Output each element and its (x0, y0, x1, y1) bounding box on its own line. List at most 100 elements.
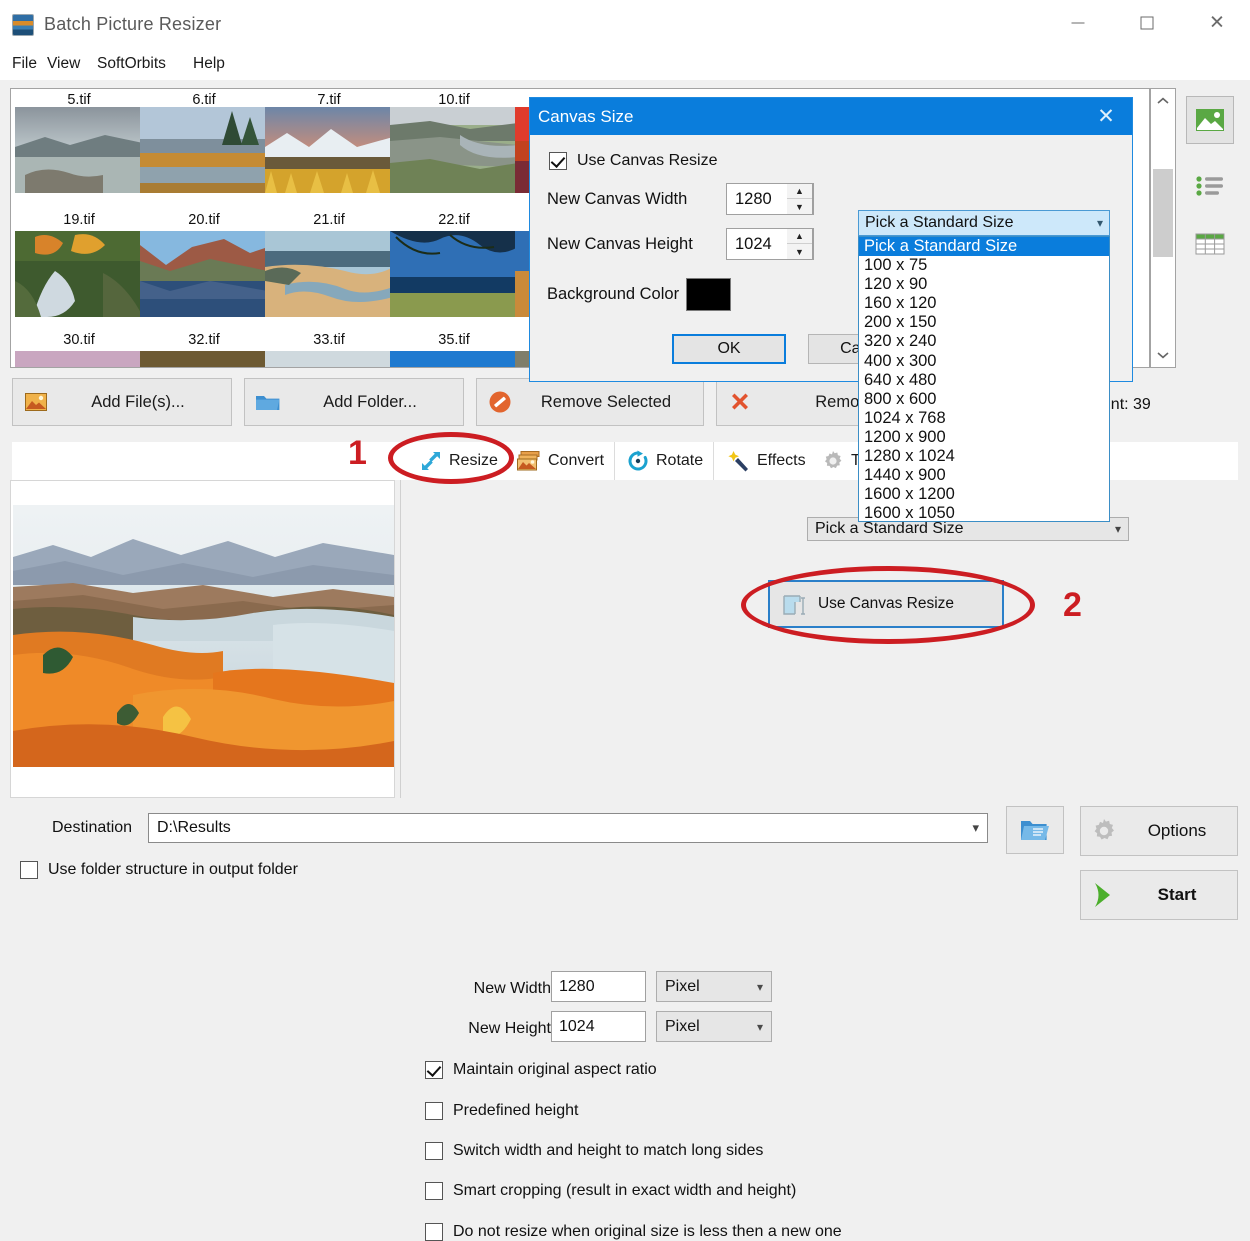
thumbnail-item[interactable] (390, 231, 518, 317)
start-button[interactable]: Start (1080, 870, 1238, 920)
new-width-input[interactable] (551, 971, 646, 1002)
thumbnail-item[interactable] (140, 231, 268, 317)
gear-icon (1081, 818, 1127, 844)
scroll-up-icon[interactable] (1151, 89, 1175, 113)
tab-resize-label: Resize (449, 452, 498, 469)
thumbnails-view-icon (1196, 109, 1224, 131)
smart-cropping-checkbox[interactable]: Smart cropping (result in exact width an… (425, 1182, 796, 1200)
thumbnail-item[interactable]: 20.tif (140, 209, 268, 231)
menu-item-file[interactable]: File (5, 52, 44, 76)
maximize-button[interactable] (1124, 0, 1170, 46)
dropdown-option[interactable]: 640 x 480 (859, 371, 1109, 390)
dropdown-option[interactable]: 1200 x 900 (859, 428, 1109, 447)
use-canvas-resize-button[interactable]: Use Canvas Resize (768, 580, 1004, 628)
dropdown-option[interactable]: 1600 x 1200 (859, 485, 1109, 504)
destination-select[interactable]: D:\Results ▾ (148, 813, 988, 843)
thumbnail-item[interactable] (265, 231, 393, 317)
maximize-icon (1140, 16, 1154, 30)
dialog-use-canvas-resize-checkbox[interactable]: Use Canvas Resize (549, 152, 718, 170)
thumbnail-item[interactable] (15, 351, 143, 367)
dropdown-option[interactable]: 160 x 120 (859, 294, 1109, 313)
thumbnail-label: 22.tif (438, 212, 470, 228)
predefined-height-checkbox[interactable]: Predefined height (425, 1102, 578, 1120)
spinner-down-icon[interactable]: ▼ (787, 244, 812, 259)
dialog-title: Canvas Size (538, 106, 634, 126)
spinner-up-icon[interactable]: ▲ (787, 184, 812, 199)
thumbnail-item[interactable]: 32.tif (140, 329, 268, 351)
thumbnail-label: 21.tif (313, 212, 345, 228)
background-color-swatch[interactable] (686, 278, 731, 311)
switch-width-height-checkbox[interactable]: Switch width and height to match long si… (425, 1142, 763, 1160)
dropdown-option[interactable]: Pick a Standard Size (859, 237, 1109, 257)
add-files-button[interactable]: Add File(s)... (12, 378, 232, 426)
options-label: Options (1147, 821, 1207, 840)
use-folder-structure-label: Use folder structure in output folder (48, 861, 298, 878)
thumbnail-item[interactable]: 21.tif (265, 209, 393, 231)
dialog-ok-button[interactable]: OK (672, 334, 786, 364)
standard-size-dropdown-list[interactable]: Pick a Standard Size 100 x 75 120 x 90 1… (858, 236, 1110, 522)
spinner-down-icon[interactable]: ▼ (787, 199, 812, 214)
thumbnail-item[interactable] (390, 351, 518, 367)
do-not-resize-checkbox[interactable]: Do not resize when original size is less… (425, 1223, 842, 1241)
menu-item-softorbits[interactable]: SoftOrbits (90, 52, 173, 76)
dropdown-option[interactable]: 1440 x 900 (859, 466, 1109, 485)
remove-all-icon (717, 390, 763, 414)
thumbnail-item[interactable] (15, 107, 143, 193)
standard-size-closed-value: Pick a Standard Size (815, 520, 964, 537)
dropdown-option[interactable]: 800 x 600 (859, 390, 1109, 409)
close-window-button[interactable]: ✕ (1194, 0, 1240, 46)
list-view-button[interactable] (1186, 162, 1234, 210)
remove-selected-button[interactable]: Remove Selected (476, 378, 704, 426)
dropdown-option[interactable]: 120 x 90 (859, 275, 1109, 294)
thumbnail-item[interactable]: 19.tif (15, 209, 143, 231)
new-canvas-width-stepper[interactable]: ▲ ▼ (787, 183, 813, 215)
thumbnail-item[interactable] (15, 231, 143, 317)
thumbnails-view-button[interactable] (1186, 96, 1234, 144)
dropdown-option[interactable]: 1600 x 1050 (859, 504, 1109, 521)
minimize-button[interactable] (1055, 0, 1101, 46)
new-height-unit-select[interactable]: Pixel ▾ (656, 1011, 772, 1042)
options-button[interactable]: Options (1080, 806, 1238, 856)
folder-icon (245, 393, 291, 412)
thumbnail-item[interactable] (390, 107, 518, 193)
thumbnail-item[interactable] (140, 351, 268, 367)
dropdown-option[interactable]: 1280 x 1024 (859, 447, 1109, 466)
tab-effects[interactable]: Effects (718, 442, 817, 480)
use-folder-structure-checkbox[interactable]: Use folder structure in output folder (20, 861, 298, 879)
add-image-icon (13, 393, 59, 411)
dropdown-option[interactable]: 200 x 150 (859, 313, 1109, 332)
standard-size-select[interactable]: Pick a Standard Size ▾ (858, 210, 1110, 236)
close-icon: ✕ (1097, 105, 1115, 128)
thumbnail-item[interactable]: 22.tif (390, 209, 518, 231)
dropdown-option[interactable]: 1024 x 768 (859, 409, 1109, 428)
tab-resize[interactable]: Resize (410, 442, 509, 480)
table-view-button[interactable] (1186, 220, 1234, 268)
thumbnail-item[interactable]: 33.tif (265, 329, 393, 351)
thumbnail-item[interactable]: 30.tif (15, 329, 143, 351)
menu-item-help[interactable]: Help (186, 52, 232, 76)
spinner-up-icon[interactable]: ▲ (787, 229, 812, 244)
tab-rotate[interactable]: Rotate (617, 442, 715, 480)
dropdown-option[interactable]: 400 x 300 (859, 352, 1109, 371)
dialog-close-button[interactable]: ✕ (1084, 101, 1128, 132)
thumbnail-item[interactable] (140, 107, 268, 193)
thumbnail-scrollbar[interactable] (1150, 88, 1176, 368)
dropdown-option[interactable]: 100 x 75 (859, 256, 1109, 275)
annotation-number-2: 2 (1063, 586, 1082, 624)
menu-item-view[interactable]: View (40, 52, 87, 76)
scrollbar-thumb[interactable] (1153, 169, 1173, 257)
tab-convert-label: Convert (548, 452, 605, 469)
maintain-aspect-ratio-checkbox[interactable]: Maintain original aspect ratio (425, 1061, 657, 1079)
thumbnail-item[interactable]: 35.tif (390, 329, 518, 351)
add-folder-button[interactable]: Add Folder... (244, 378, 464, 426)
checkbox-box (425, 1182, 443, 1200)
new-height-input[interactable] (551, 1011, 646, 1042)
new-width-unit-select[interactable]: Pixel ▾ (656, 971, 772, 1002)
tab-convert[interactable]: Convert (507, 442, 616, 480)
scroll-down-icon[interactable] (1151, 343, 1175, 367)
thumbnail-item[interactable] (265, 351, 393, 367)
dropdown-option[interactable]: 320 x 240 (859, 332, 1109, 351)
new-canvas-height-stepper[interactable]: ▲ ▼ (787, 228, 813, 260)
thumbnail-item[interactable] (265, 107, 393, 193)
browse-folder-button[interactable] (1006, 806, 1064, 854)
